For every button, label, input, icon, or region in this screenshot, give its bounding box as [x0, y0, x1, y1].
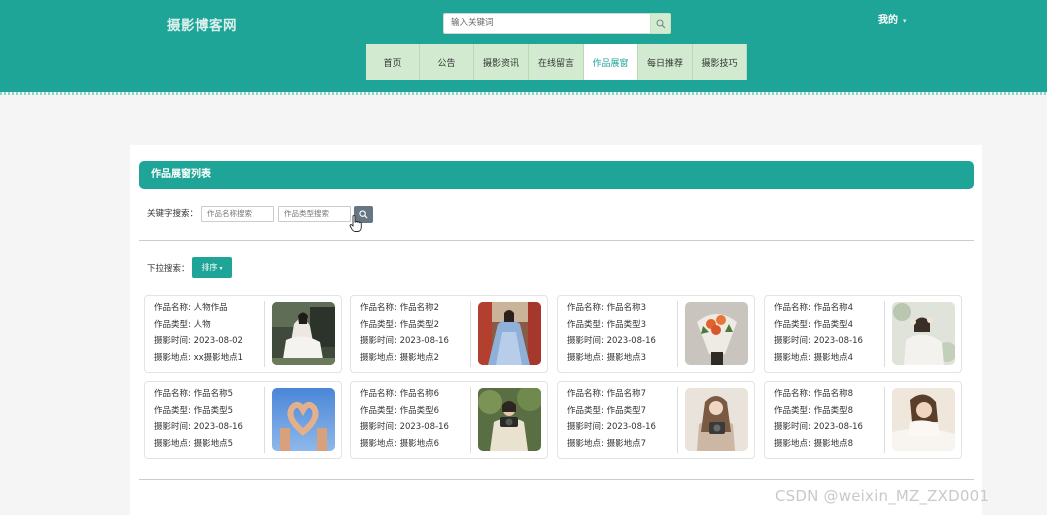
artwork-thumbnail[interactable] — [272, 302, 335, 365]
artwork-card-8[interactable]: 作品名称: 作品名称8 作品类型: 作品类型8 摄影时间: 2023-08-16… — [764, 381, 962, 459]
card-place: 摄影地点: xx摄影地点1 — [154, 352, 244, 363]
card-type: 作品类型: 作品类型3 — [567, 319, 646, 330]
artwork-card-2[interactable]: 作品名称: 作品名称2 作品类型: 作品类型2 摄影时间: 2023-08-16… — [350, 295, 548, 373]
card-time: 摄影时间: 2023-08-16 — [567, 422, 656, 432]
name-search-input[interactable]: 作品名称搜索 — [201, 206, 274, 222]
user-menu[interactable]: 我的 ▾ — [878, 11, 907, 26]
keyword-search-label: 关键字搜索： — [147, 209, 199, 219]
header-search-button[interactable] — [650, 13, 671, 34]
card-divider — [470, 387, 471, 453]
card-name: 作品名称: 作品名称6 — [360, 389, 439, 399]
card-divider — [264, 301, 265, 367]
artwork-thumbnail[interactable] — [892, 302, 955, 365]
type-search-input[interactable]: 作品类型搜索 — [278, 206, 351, 222]
card-name: 作品名称: 作品名称5 — [154, 389, 233, 399]
card-time: 摄影时间: 2023-08-16 — [360, 422, 449, 432]
nav-item-notice[interactable]: 公告 — [420, 44, 474, 80]
card-place: 摄影地点: 摄影地点4 — [774, 352, 853, 363]
card-type: 作品类型: 作品类型4 — [774, 319, 853, 330]
watermark: CSDN @weixin_MZ_ZXD001 — [775, 487, 990, 505]
card-time: 摄影时间: 2023-08-16 — [774, 422, 863, 432]
card-type: 作品类型: 作品类型8 — [774, 405, 853, 416]
nav-item-gallery[interactable]: 作品展窗 — [584, 44, 638, 80]
card-divider — [470, 301, 471, 367]
card-name: 作品名称: 作品名称8 — [774, 389, 853, 399]
artwork-card-6[interactable]: 作品名称: 作品名称6 作品类型: 作品类型6 摄影时间: 2023-08-16… — [350, 381, 548, 459]
card-info: 作品名称: 作品名称3 作品类型: 作品类型3 摄影时间: 2023-08-16… — [567, 300, 677, 366]
card-divider — [677, 387, 678, 453]
card-name: 作品名称: 作品名称4 — [774, 303, 853, 313]
sort-dropdown-button[interactable]: 排序 ▾ — [192, 257, 232, 278]
nav-item-daily-pick[interactable]: 每日推荐 — [638, 44, 693, 80]
card-info: 作品名称: 作品名称2 作品类型: 作品类型2 摄影时间: 2023-08-16… — [360, 300, 470, 366]
artwork-card-1[interactable]: 作品名称: 人物作品 作品类型: 人物 摄影时间: 2023-08-02 摄影地… — [144, 295, 342, 373]
card-info: 作品名称: 作品名称6 作品类型: 作品类型6 摄影时间: 2023-08-16… — [360, 386, 470, 452]
card-type: 作品类型: 作品类型2 — [360, 319, 439, 330]
artwork-thumbnail[interactable] — [272, 388, 335, 451]
card-name: 作品名称: 作品名称3 — [567, 303, 646, 313]
card-place: 摄影地点: 摄影地点7 — [567, 438, 646, 449]
header-search-input[interactable]: 输入关键词 — [443, 13, 650, 34]
card-divider — [264, 387, 265, 453]
nav-item-home[interactable]: 首页 — [366, 44, 420, 80]
nav-item-photo-news[interactable]: 摄影资讯 — [474, 44, 529, 80]
card-time: 摄影时间: 2023-08-16 — [154, 422, 243, 432]
chevron-down-icon: ▾ — [903, 17, 907, 25]
card-divider — [677, 301, 678, 367]
card-divider — [884, 301, 885, 367]
header-search: 输入关键词 — [443, 13, 671, 34]
artwork-thumbnail[interactable] — [478, 388, 541, 451]
card-place: 摄影地点: 摄影地点5 — [154, 438, 233, 449]
artwork-thumbnail[interactable] — [685, 302, 748, 365]
nav-item-message[interactable]: 在线留言 — [529, 44, 584, 80]
card-type: 作品类型: 作品类型5 — [154, 405, 233, 416]
card-info: 作品名称: 人物作品 作品类型: 人物 摄影时间: 2023-08-02 摄影地… — [154, 300, 264, 366]
card-time: 摄影时间: 2023-08-02 — [154, 336, 243, 346]
caret-down-icon: ▾ — [219, 265, 223, 272]
card-info: 作品名称: 作品名称8 作品类型: 作品类型8 摄影时间: 2023-08-16… — [774, 386, 884, 452]
card-place: 摄影地点: 摄影地点6 — [360, 438, 439, 449]
card-info: 作品名称: 作品名称4 作品类型: 作品类型4 摄影时间: 2023-08-16… — [774, 300, 884, 366]
site-logo[interactable]: 摄影博客网 — [167, 14, 237, 34]
artwork-card-7[interactable]: 作品名称: 作品名称7 作品类型: 作品类型7 摄影时间: 2023-08-16… — [557, 381, 755, 459]
divider — [139, 240, 974, 241]
card-type: 作品类型: 作品类型6 — [360, 405, 439, 416]
card-name: 作品名称: 作品名称7 — [567, 389, 646, 399]
search-icon — [656, 19, 666, 29]
top-header: 摄影博客网 输入关键词 我的 ▾ 首页 公告 摄影资讯 在线留言 作品展窗 每日推… — [0, 0, 1047, 95]
card-place: 摄影地点: 摄影地点2 — [360, 352, 439, 363]
card-place: 摄影地点: 摄影地点8 — [774, 438, 853, 449]
card-place: 摄影地点: 摄影地点3 — [567, 352, 646, 363]
nav-item-photo-tips[interactable]: 摄影技巧 — [693, 44, 747, 80]
user-menu-label: 我的 — [878, 15, 898, 26]
dropdown-search-label: 下拉搜索： — [147, 264, 190, 274]
main-nav: 首页 公告 摄影资讯 在线留言 作品展窗 每日推荐 摄影技巧 — [366, 44, 747, 80]
card-name: 作品名称: 作品名称2 — [360, 303, 439, 313]
card-divider — [884, 387, 885, 453]
sort-button-label: 排序 — [201, 263, 218, 272]
artwork-card-3[interactable]: 作品名称: 作品名称3 作品类型: 作品类型3 摄影时间: 2023-08-16… — [557, 295, 755, 373]
card-time: 摄影时间: 2023-08-16 — [360, 336, 449, 346]
card-type: 作品类型: 作品类型7 — [567, 405, 646, 416]
card-time: 摄影时间: 2023-08-16 — [774, 336, 863, 346]
artwork-card-5[interactable]: 作品名称: 作品名称5 作品类型: 作品类型5 摄影时间: 2023-08-16… — [144, 381, 342, 459]
artwork-thumbnail[interactable] — [478, 302, 541, 365]
panel-title: 作品展窗列表 — [139, 161, 974, 189]
card-type: 作品类型: 人物 — [154, 319, 211, 330]
hand-cursor-icon — [349, 215, 363, 236]
divider — [139, 479, 974, 480]
card-time: 摄影时间: 2023-08-16 — [567, 336, 656, 346]
artwork-card-4[interactable]: 作品名称: 作品名称4 作品类型: 作品类型4 摄影时间: 2023-08-16… — [764, 295, 962, 373]
card-name: 作品名称: 人物作品 — [154, 303, 228, 313]
card-info: 作品名称: 作品名称5 作品类型: 作品类型5 摄影时间: 2023-08-16… — [154, 386, 264, 452]
artwork-thumbnail[interactable] — [685, 388, 748, 451]
card-info: 作品名称: 作品名称7 作品类型: 作品类型7 摄影时间: 2023-08-16… — [567, 386, 677, 452]
artwork-thumbnail[interactable] — [892, 388, 955, 451]
